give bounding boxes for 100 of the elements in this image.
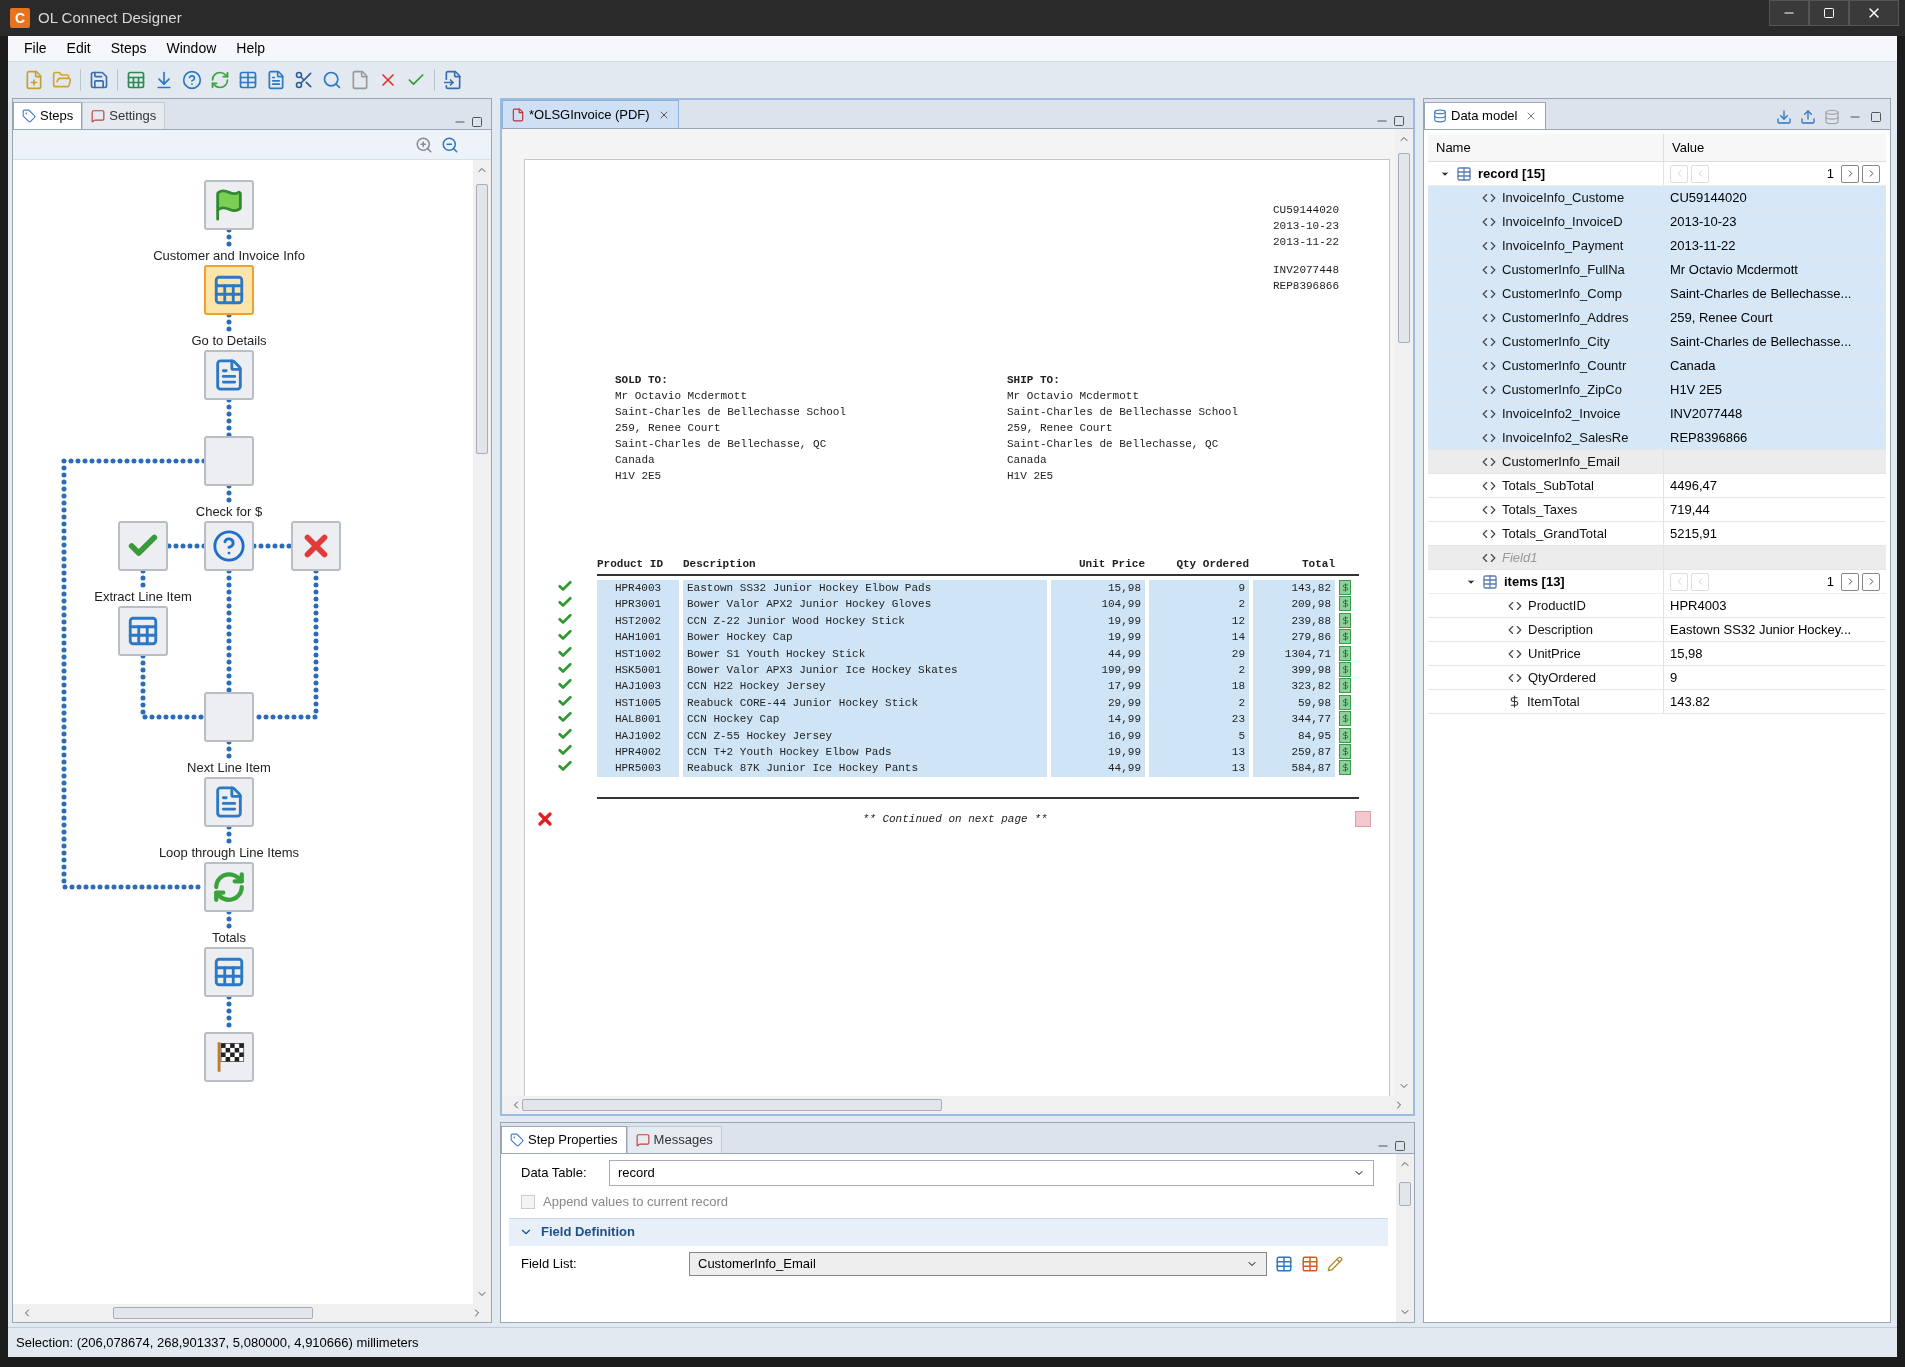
vertical-scrollbar[interactable]: [1395, 129, 1413, 1096]
step-node[interactable]: [204, 692, 254, 742]
last-record-button[interactable]: [1862, 164, 1880, 183]
export-icon[interactable]: [1800, 109, 1816, 125]
tag-icon: [22, 109, 36, 123]
table-cell: CCN H22 Hockey Jersey: [683, 678, 1047, 695]
panel-tab[interactable]: Data model: [1424, 102, 1547, 129]
field-list-dropdown[interactable]: CustomerInfo_Email: [689, 1251, 1267, 1276]
panel-tab[interactable]: Step Properties: [501, 1126, 627, 1153]
tree-row[interactable]: InvoiceInfo2_SalesRe REP8396866: [1428, 426, 1886, 450]
tree-row[interactable]: ProductID HPR4003: [1428, 594, 1886, 618]
address-line: Canada: [615, 453, 656, 468]
close-button[interactable]: [1849, 0, 1899, 26]
tree-row[interactable]: InvoiceInfo2_Invoice INV2077448: [1428, 402, 1886, 426]
tree-row[interactable]: InvoiceInfo_Custome CU59144020: [1428, 186, 1886, 210]
panel-tab[interactable]: Settings: [82, 102, 166, 129]
tree-row[interactable]: Totals_Taxes 719,44: [1428, 498, 1886, 522]
next-record-button[interactable]: [1841, 164, 1859, 183]
address-line: Canada: [1007, 453, 1048, 468]
tree-row[interactable]: Totals_GrandTotal 5215,91: [1428, 522, 1886, 546]
maximize-icon[interactable]: [471, 116, 483, 128]
scissors-icon[interactable]: [294, 70, 314, 90]
open-folder-icon[interactable]: [52, 70, 72, 90]
tree-row[interactable]: Totals_SubTotal 4496,47: [1428, 474, 1886, 498]
extract-icon[interactable]: [126, 70, 146, 90]
edit-icon[interactable]: [1327, 1255, 1343, 1272]
maximize-icon[interactable]: [1870, 111, 1882, 123]
column-header[interactable]: Name: [1428, 134, 1664, 161]
tree-row[interactable]: InvoiceInfo_Payment 2013-11-22: [1428, 234, 1886, 258]
file-input-icon[interactable]: [443, 70, 463, 90]
panel-tab[interactable]: Messages: [626, 1126, 722, 1153]
step-node[interactable]: [204, 777, 254, 827]
tree-row[interactable]: CustomerInfo_FullNa Mr Octavio Mcdermott: [1428, 258, 1886, 282]
step-node[interactable]: [204, 1032, 254, 1082]
menu-item[interactable]: Help: [228, 38, 274, 59]
step-node[interactable]: [291, 521, 341, 571]
new-file-icon[interactable]: [24, 70, 44, 90]
tree-row[interactable]: CustomerInfo_Comp Saint-Charles de Bellechasse...: [1428, 282, 1886, 306]
step-node[interactable]: [118, 521, 168, 571]
data-table-dropdown[interactable]: record: [609, 1160, 1374, 1186]
step-node[interactable]: [204, 436, 254, 486]
tree-row[interactable]: CustomerInfo_Addres 259, Renee Court: [1428, 306, 1886, 330]
add-field-icon[interactable]: [1275, 1254, 1293, 1273]
field-name: InvoiceInfo2_Invoice: [1502, 404, 1621, 423]
table-cell: 23: [1149, 711, 1249, 728]
remove-field-icon[interactable]: [1301, 1254, 1319, 1273]
tree-row[interactable]: CustomerInfo_Countr Canada: [1428, 354, 1886, 378]
table-icon[interactable]: [238, 70, 258, 90]
search-icon[interactable]: [322, 70, 342, 90]
vertical-scrollbar[interactable]: [473, 160, 491, 1304]
tree-row[interactable]: CustomerInfo_ZipCo H1V 2E5: [1428, 378, 1886, 402]
vertical-scrollbar[interactable]: [1396, 1154, 1414, 1322]
section-header[interactable]: Field Definition: [509, 1217, 1388, 1246]
zoom-in-icon[interactable]: [415, 135, 433, 154]
editor-tab[interactable]: *OLSGInvoice (PDF): [502, 100, 679, 128]
maximize-icon[interactable]: [1393, 115, 1405, 127]
maximize-icon[interactable]: [1394, 1140, 1406, 1152]
panel-tab[interactable]: Steps: [13, 102, 83, 129]
step-node[interactable]: [204, 947, 254, 997]
menu-item[interactable]: Edit: [58, 38, 99, 59]
horizontal-scrollbar[interactable]: [13, 1304, 491, 1322]
last-record-button[interactable]: [1862, 572, 1880, 591]
table-cell: 344,77: [1253, 711, 1335, 728]
tree-row[interactable]: CustomerInfo_City Saint-Charles de Bellechasse...: [1428, 330, 1886, 354]
zoom-out-icon[interactable]: [441, 135, 459, 154]
scrollbar-thumb[interactable]: [476, 184, 488, 454]
tree-row[interactable]: Description Eastown SS32 Junior Hockey...: [1428, 618, 1886, 642]
step-node[interactable]: [204, 180, 254, 230]
tree-row[interactable]: ItemTotal 143.82: [1428, 690, 1886, 714]
tree-row[interactable]: CustomerInfo_Email: [1428, 450, 1886, 474]
step-node[interactable]: [204, 350, 254, 400]
step-node[interactable]: [204, 265, 254, 315]
condition-icon[interactable]: [182, 70, 202, 90]
next-record-button[interactable]: [1841, 572, 1859, 591]
goto-icon[interactable]: [154, 70, 174, 90]
menu-item[interactable]: File: [16, 38, 55, 59]
horizontal-scrollbar[interactable]: [502, 1096, 1413, 1114]
menu-item[interactable]: Steps: [102, 38, 155, 59]
step-node[interactable]: [118, 606, 168, 656]
scrollbar-thumb[interactable]: [1399, 1182, 1411, 1206]
menu-item[interactable]: Window: [158, 38, 225, 59]
save-icon[interactable]: [89, 70, 109, 90]
column-header[interactable]: Value: [1664, 134, 1886, 161]
header-value: REP8396866: [1273, 279, 1339, 294]
tree-row[interactable]: UnitPrice 15,98: [1428, 642, 1886, 666]
tree-row[interactable]: InvoiceInfo_InvoiceD 2013-10-23: [1428, 210, 1886, 234]
scrollbar-thumb[interactable]: [113, 1307, 313, 1319]
tree-row[interactable]: QtyOrdered 9: [1428, 666, 1886, 690]
step-node[interactable]: [204, 862, 254, 912]
scrollbar-thumb[interactable]: [522, 1099, 942, 1111]
maximize-button[interactable]: [1809, 0, 1849, 26]
file-icon[interactable]: [350, 70, 370, 90]
column-header: Unit Price: [1078, 557, 1145, 572]
loop-icon[interactable]: [210, 70, 230, 90]
import-icon[interactable]: [1776, 109, 1792, 125]
table-cell: 9: [1149, 580, 1249, 597]
document-icon[interactable]: [266, 70, 286, 90]
database-icon[interactable]: [1824, 109, 1840, 125]
step-node[interactable]: [204, 521, 254, 571]
scrollbar-thumb[interactable]: [1398, 153, 1410, 343]
